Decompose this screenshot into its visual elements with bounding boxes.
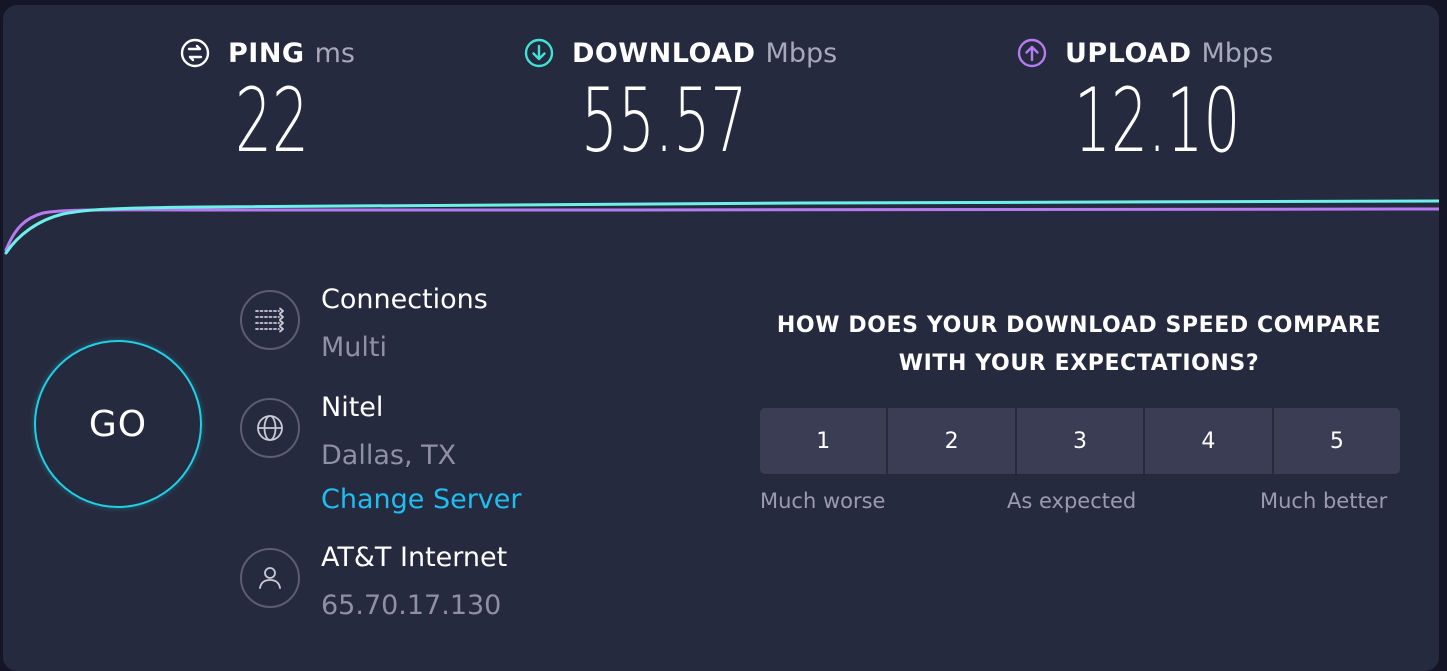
rating-button-2[interactable]: 2	[888, 408, 1017, 474]
ping-icon	[180, 38, 210, 68]
connections-icon[interactable]	[240, 290, 300, 350]
go-button-label: GO	[88, 403, 148, 445]
rating-button-3[interactable]: 3	[1016, 408, 1146, 474]
rating-label-much-worse: Much worse	[760, 489, 886, 513]
upload-graph-line	[4, 207, 1439, 252]
isp-ip-address: 65.70.17.130	[321, 590, 502, 621]
download-value: 55.57	[581, 69, 748, 172]
go-button[interactable]: GO	[34, 340, 202, 508]
connections-info[interactable]: Connections Multi	[240, 284, 488, 368]
rating-label-much-better: Much better	[1260, 489, 1388, 513]
ping-label: PING	[228, 37, 305, 69]
survey-question-line2: WITH YOUR EXPECTATIONS?	[898, 351, 1260, 376]
rating-button-4[interactable]: 4	[1145, 408, 1274, 474]
rating-button-5[interactable]: 5	[1273, 408, 1400, 474]
upload-label: UPLOAD	[1065, 37, 1192, 69]
server-location: Dallas, TX	[321, 440, 457, 471]
ping-unit: ms	[314, 37, 355, 69]
rating-button-1[interactable]: 1	[760, 408, 889, 474]
globe-icon	[240, 398, 300, 458]
survey-question: HOW DOES YOUR DOWNLOAD SPEED COMPARE WIT…	[743, 307, 1415, 383]
download-metric: DOWNLOAD Mbps 55.57	[524, 35, 838, 165]
connections-label: Connections	[321, 284, 488, 315]
server-name: Nitel	[321, 392, 384, 423]
connections-value: Multi	[321, 332, 387, 363]
upload-arrow-icon	[1017, 38, 1047, 68]
upload-value: 12.10	[1074, 69, 1241, 172]
upload-metric: UPLOAD Mbps 12.10	[1017, 35, 1274, 165]
ping-value: 22	[235, 69, 309, 172]
change-server-link[interactable]: Change Server	[321, 480, 522, 520]
isp-info: AT&T Internet 65.70.17.130	[240, 542, 507, 626]
rating-label-as-expected: As expected	[1007, 489, 1137, 513]
speedtest-panel: PING ms 22 DOWNLOAD Mbps 55.57 UPLOAD Mb…	[3, 5, 1439, 671]
upload-unit: Mbps	[1201, 37, 1274, 69]
server-info: Nitel Dallas, TX Change Server	[240, 392, 522, 520]
rating-bar: 1 2 3 4 5	[760, 408, 1400, 474]
ping-metric: PING ms 22	[180, 35, 355, 165]
isp-name: AT&T Internet	[321, 542, 508, 573]
download-label: DOWNLOAD	[572, 37, 756, 69]
speed-graph	[4, 199, 1439, 255]
survey-question-line1: HOW DOES YOUR DOWNLOAD SPEED COMPARE	[776, 313, 1382, 338]
user-icon	[240, 548, 300, 608]
download-unit: Mbps	[765, 37, 838, 69]
download-arrow-icon	[524, 38, 554, 68]
